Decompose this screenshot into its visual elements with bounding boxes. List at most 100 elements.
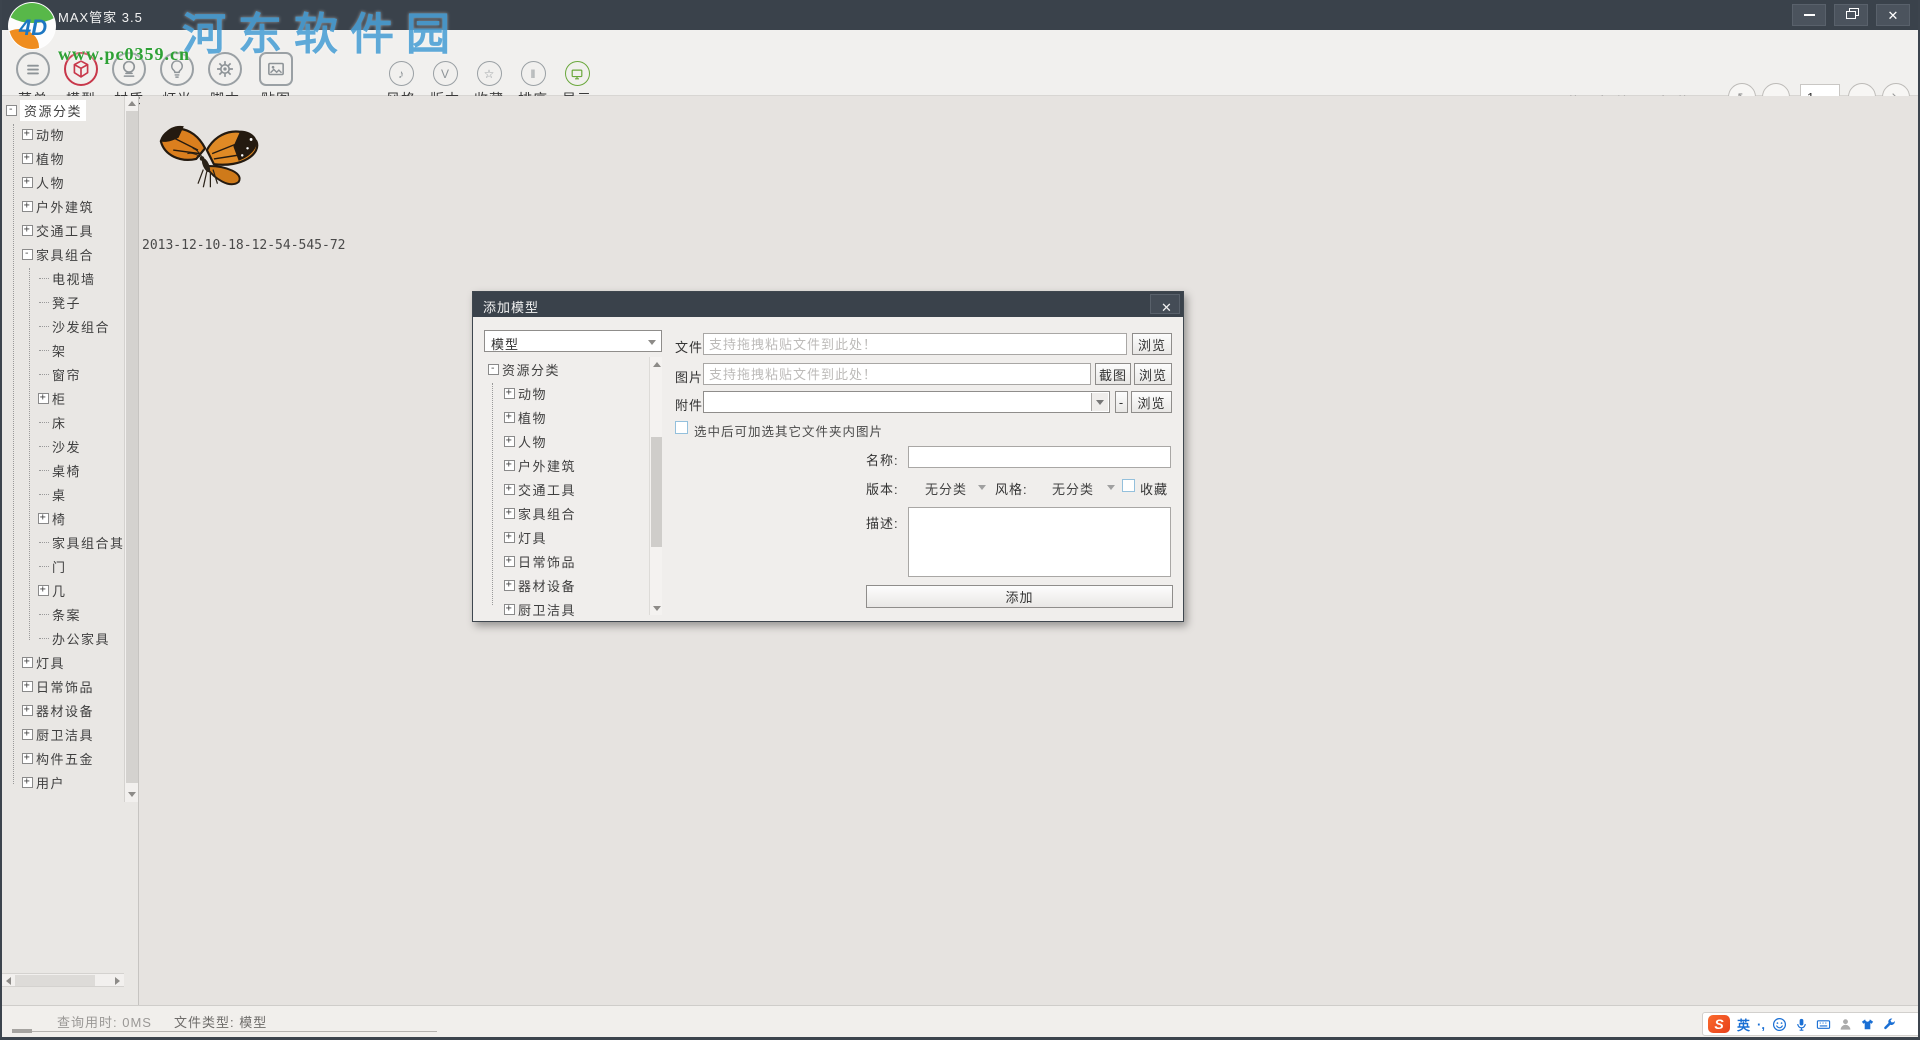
tree-item-户外建筑[interactable]: +户外建筑 bbox=[2, 194, 124, 218]
tree-item-户外建筑[interactable]: +户外建筑 bbox=[484, 453, 648, 477]
expand-icon[interactable]: + bbox=[22, 129, 33, 140]
tree-item-电视墙[interactable]: 电视墙 bbox=[2, 266, 124, 290]
category-type-dropdown[interactable]: 模型 bbox=[484, 330, 662, 352]
scroll-down-icon[interactable] bbox=[125, 787, 138, 801]
expand-icon[interactable]: + bbox=[22, 777, 33, 788]
expand-icon[interactable]: + bbox=[504, 580, 515, 591]
tree-item-交通工具[interactable]: +交通工具 bbox=[2, 218, 124, 242]
maximize-button[interactable] bbox=[1834, 4, 1868, 26]
scrollbar-thumb[interactable] bbox=[651, 437, 662, 547]
keyboard-icon[interactable] bbox=[1816, 1017, 1831, 1032]
scroll-left-icon[interactable] bbox=[2, 974, 15, 988]
model-caption[interactable]: 2013-12-10-18-12-54-545-72 bbox=[142, 238, 346, 253]
tree-item-桌椅[interactable]: 桌椅 bbox=[2, 458, 124, 482]
tree-item-椅[interactable]: +椅 bbox=[2, 506, 124, 530]
handwriting-icon[interactable] bbox=[1838, 1017, 1853, 1032]
mic-icon[interactable] bbox=[1794, 1017, 1809, 1032]
tree-item-人物[interactable]: +人物 bbox=[484, 429, 648, 453]
expand-icon[interactable]: + bbox=[504, 484, 515, 495]
scroll-up-icon[interactable] bbox=[650, 357, 663, 371]
tree-item-资源分类[interactable]: -资源分类 bbox=[2, 98, 124, 122]
tree-item-沙发[interactable]: 沙发 bbox=[2, 434, 124, 458]
favorite-checkbox[interactable] bbox=[1122, 479, 1135, 492]
snapshot-button[interactable]: 截图 bbox=[1095, 363, 1131, 385]
toolbox-icon[interactable] bbox=[1882, 1017, 1897, 1032]
expand-icon[interactable]: + bbox=[38, 393, 49, 404]
chevron-down-icon[interactable] bbox=[978, 485, 986, 490]
tree-item-日常饰品[interactable]: +日常饰品 bbox=[484, 549, 648, 573]
tree-item-用户[interactable]: +用户 bbox=[2, 770, 124, 794]
expand-icon[interactable]: + bbox=[504, 556, 515, 567]
tree-item-灯具[interactable]: +灯具 bbox=[484, 525, 648, 549]
tree-item-架[interactable]: 架 bbox=[2, 338, 124, 362]
expand-icon[interactable]: + bbox=[504, 532, 515, 543]
lang-indicator[interactable]: 英 bbox=[1737, 1015, 1750, 1034]
expand-icon[interactable]: + bbox=[22, 153, 33, 164]
tree-item-构件五金[interactable]: +构件五金 bbox=[2, 746, 124, 770]
expand-icon[interactable]: + bbox=[504, 604, 515, 615]
expand-icon[interactable]: + bbox=[22, 201, 33, 212]
dropdown-arrow-button[interactable] bbox=[1091, 393, 1108, 411]
tree-item-办公家具[interactable]: 办公家具 bbox=[2, 626, 124, 650]
skin-icon[interactable] bbox=[1860, 1017, 1875, 1032]
expand-icon[interactable]: + bbox=[22, 681, 33, 692]
style-dropdown[interactable]: 无分类 bbox=[1052, 479, 1094, 498]
tree-item-资源分类[interactable]: -资源分类 bbox=[484, 357, 648, 381]
tree-item-凳子[interactable]: 凳子 bbox=[2, 290, 124, 314]
tree-item-交通工具[interactable]: +交通工具 bbox=[484, 477, 648, 501]
scroll-up-icon[interactable] bbox=[125, 96, 138, 110]
tree-item-器材设备[interactable]: +器材设备 bbox=[2, 698, 124, 722]
scroll-right-icon[interactable] bbox=[111, 974, 124, 988]
expand-icon[interactable]: + bbox=[38, 585, 49, 596]
tree-item-器材设备[interactable]: +器材设备 bbox=[484, 573, 648, 597]
tree-item-植物[interactable]: +植物 bbox=[2, 146, 124, 170]
tree-item-条案[interactable]: 条案 bbox=[2, 602, 124, 626]
tree-item-灯具[interactable]: +灯具 bbox=[2, 650, 124, 674]
expand-icon[interactable]: + bbox=[22, 657, 33, 668]
file-browse-button[interactable]: 浏览 bbox=[1132, 333, 1172, 355]
dialog-tree-scrollbar[interactable] bbox=[649, 357, 662, 615]
tree-item-桌[interactable]: 桌 bbox=[2, 482, 124, 506]
attachment-browse-button[interactable]: 浏览 bbox=[1131, 391, 1172, 413]
image-input[interactable] bbox=[703, 363, 1091, 385]
punctuation-indicator[interactable]: ·, bbox=[1757, 1017, 1765, 1032]
chevron-down-icon[interactable] bbox=[1107, 485, 1115, 490]
tree-item-几[interactable]: +几 bbox=[2, 578, 124, 602]
collapse-icon[interactable]: - bbox=[22, 249, 33, 260]
tree-item-动物[interactable]: +动物 bbox=[484, 381, 648, 405]
description-textarea[interactable] bbox=[908, 507, 1171, 577]
close-button[interactable]: ✕ bbox=[1876, 4, 1910, 26]
tree-item-窗帘[interactable]: 窗帘 bbox=[2, 362, 124, 386]
expand-icon[interactable]: + bbox=[504, 436, 515, 447]
extra-images-checkbox[interactable] bbox=[675, 421, 688, 434]
collapse-icon[interactable]: - bbox=[6, 105, 17, 116]
expand-icon[interactable]: + bbox=[38, 513, 49, 524]
expand-icon[interactable]: + bbox=[504, 508, 515, 519]
tree-item-柜[interactable]: +柜 bbox=[2, 386, 124, 410]
tree-item-家具组合[interactable]: +家具组合 bbox=[484, 501, 648, 525]
collapse-icon[interactable]: - bbox=[488, 364, 499, 375]
dialog-close-button[interactable]: ✕ bbox=[1150, 294, 1180, 314]
minimize-button[interactable] bbox=[1792, 4, 1826, 26]
tree-item-日常饰品[interactable]: +日常饰品 bbox=[2, 674, 124, 698]
tree-item-植物[interactable]: +植物 bbox=[484, 405, 648, 429]
scroll-down-icon[interactable] bbox=[650, 601, 663, 615]
tree-item-门[interactable]: 门 bbox=[2, 554, 124, 578]
tree-item-厨卫洁具[interactable]: +厨卫洁具 bbox=[2, 722, 124, 746]
version-dropdown[interactable]: 无分类 bbox=[925, 479, 967, 498]
name-input[interactable] bbox=[908, 446, 1171, 468]
tree-item-家具组合其它[interactable]: 家具组合其它 bbox=[2, 530, 124, 554]
expand-icon[interactable]: + bbox=[504, 460, 515, 471]
model-thumbnail-butterfly[interactable] bbox=[152, 120, 267, 200]
tree-item-厨卫洁具[interactable]: +厨卫洁具 bbox=[484, 597, 648, 621]
sidebar-vertical-scrollbar[interactable] bbox=[124, 96, 138, 802]
sidebar-horizontal-scrollbar[interactable] bbox=[2, 973, 124, 987]
attachment-remove-button[interactable]: - bbox=[1115, 391, 1128, 413]
emoji-icon[interactable] bbox=[1772, 1017, 1787, 1032]
tree-item-动物[interactable]: +动物 bbox=[2, 122, 124, 146]
add-button[interactable]: 添加 bbox=[866, 585, 1173, 608]
tree-item-家具组合[interactable]: -家具组合 bbox=[2, 242, 124, 266]
expand-icon[interactable]: + bbox=[22, 753, 33, 764]
attachment-dropdown[interactable] bbox=[703, 391, 1110, 413]
expand-icon[interactable]: + bbox=[22, 729, 33, 740]
